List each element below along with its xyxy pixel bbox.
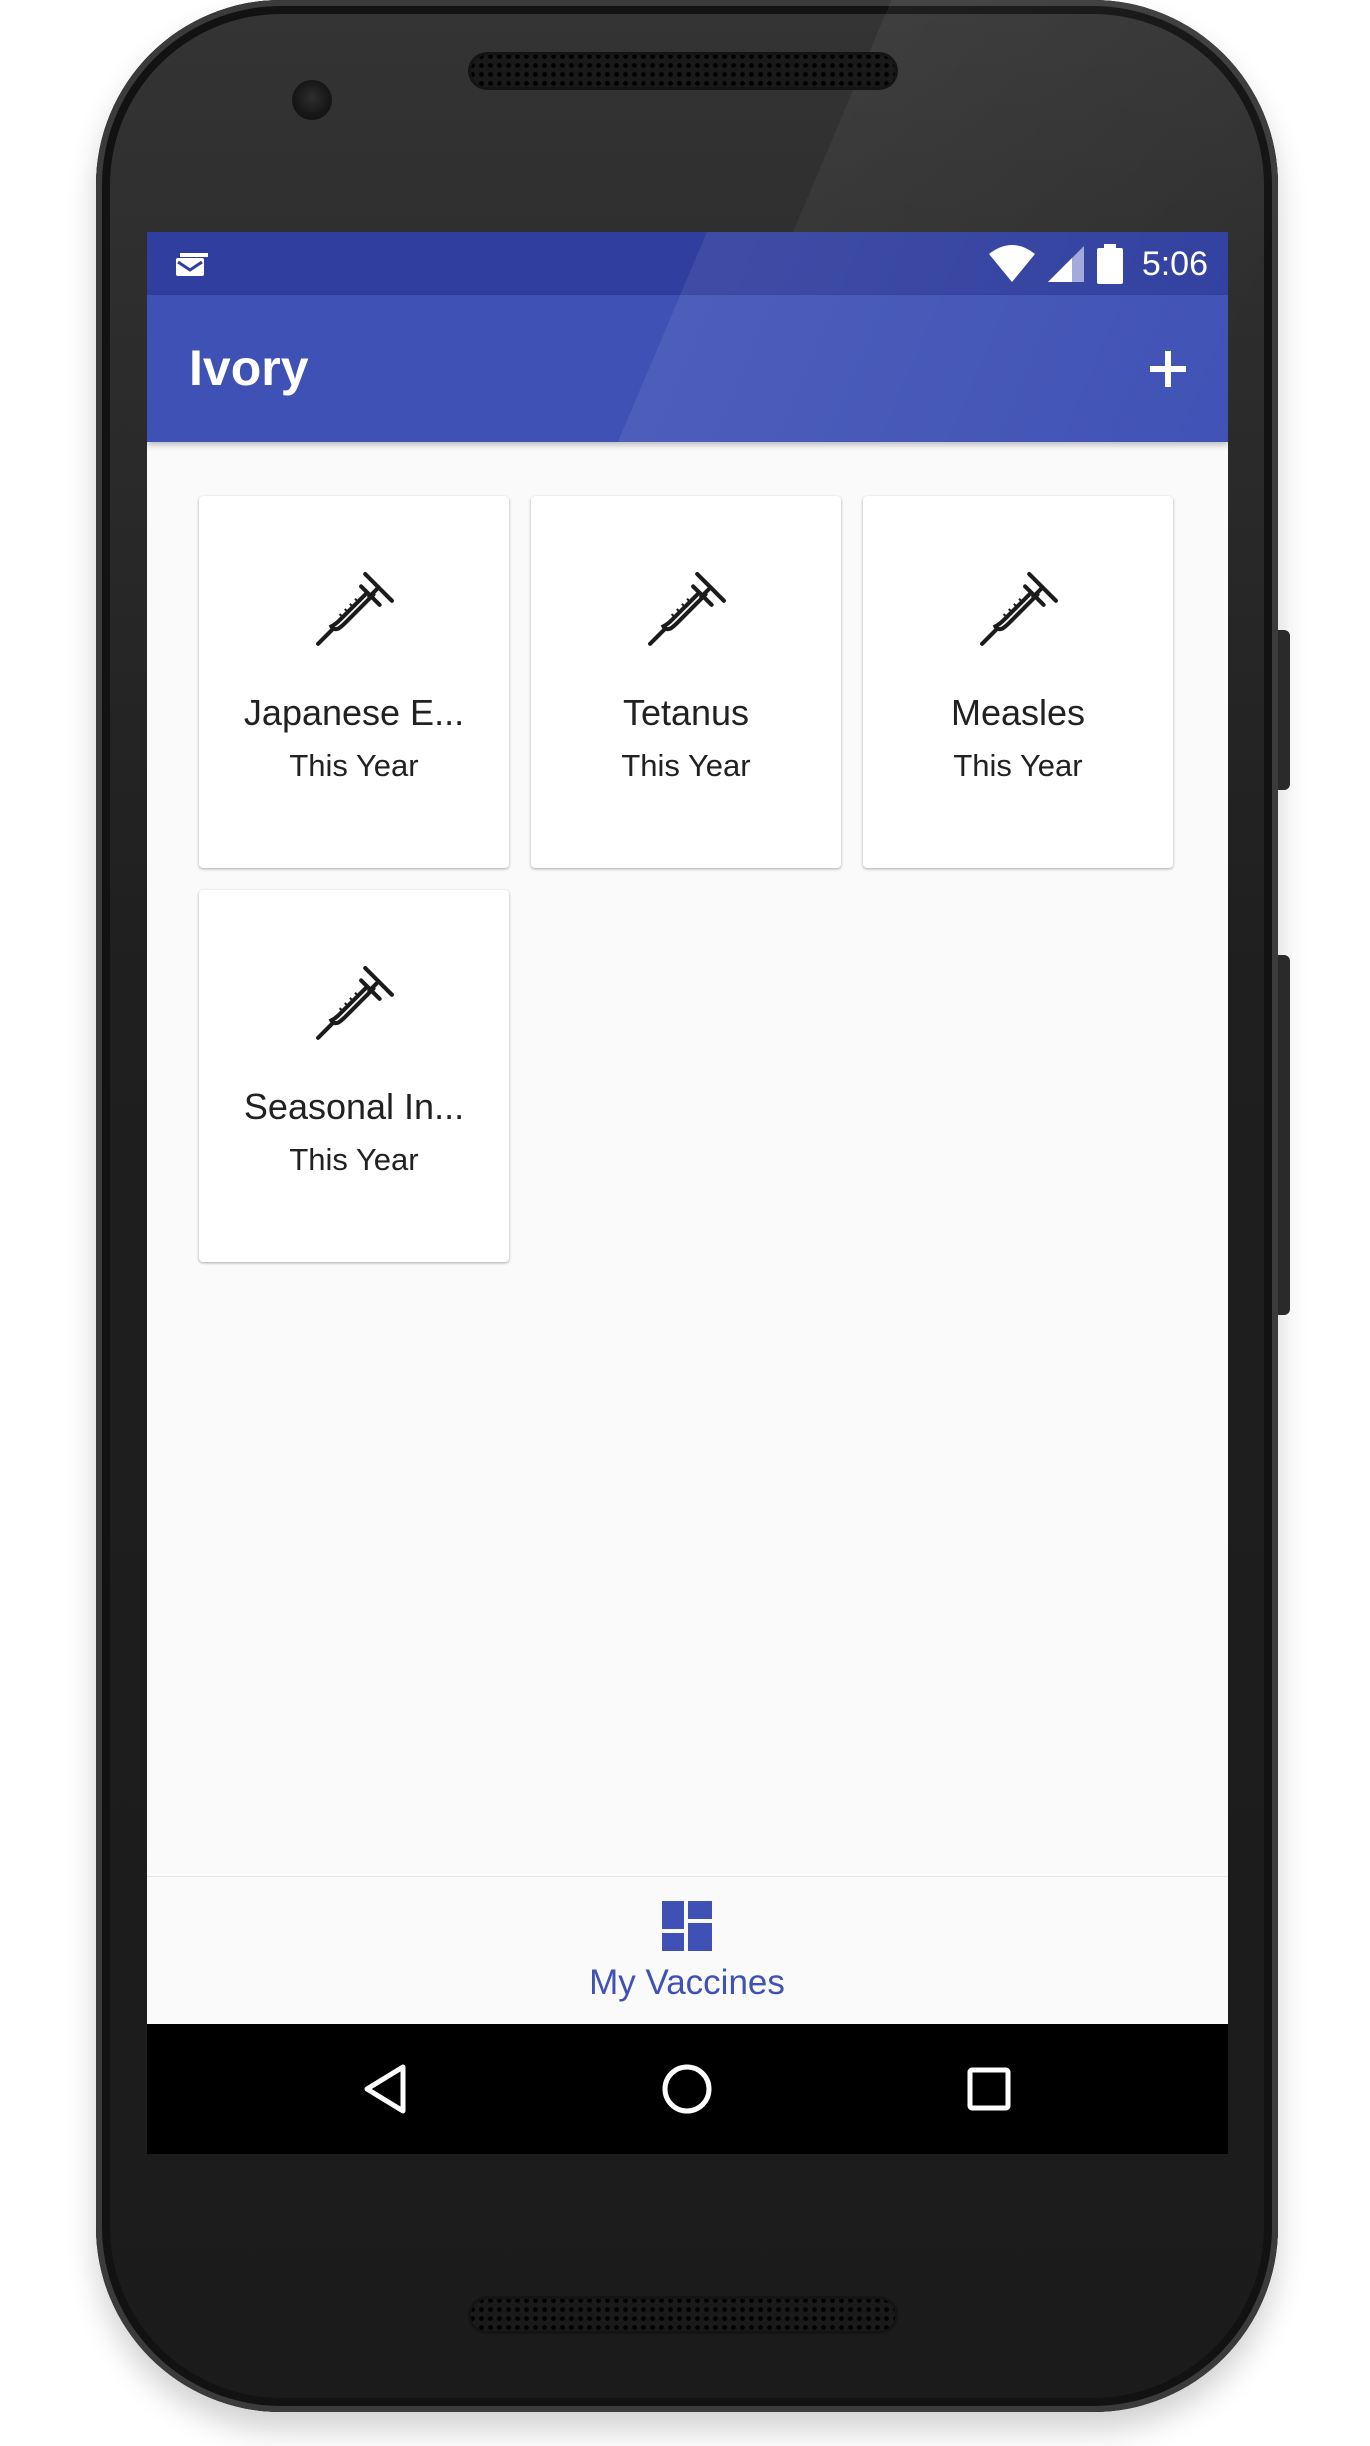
vaccine-due: This Year xyxy=(953,748,1083,783)
syringe-icon xyxy=(316,966,394,1040)
screen: 5:06 Ivory Japanese E... This Year Tetan… xyxy=(147,232,1228,2154)
top-speaker xyxy=(468,52,898,90)
add-vaccine-button[interactable] xyxy=(1128,329,1208,409)
status-bar: 5:06 xyxy=(147,232,1228,295)
bottom-navigation: My Vaccines xyxy=(147,1876,1228,2025)
bottom-speaker xyxy=(468,2296,898,2334)
system-navigation-bar xyxy=(147,2024,1228,2154)
recents-button[interactable] xyxy=(951,2051,1027,2127)
app-bar: Ivory xyxy=(147,295,1228,442)
vaccine-card[interactable]: Japanese E... This Year xyxy=(199,496,509,868)
vaccine-name: Seasonal In... xyxy=(243,1086,465,1127)
dashboard-icon xyxy=(662,1901,712,1951)
vaccine-due: This Year xyxy=(289,748,419,783)
vaccine-name: Tetanus xyxy=(622,692,750,733)
vaccine-card[interactable]: Tetanus This Year xyxy=(531,496,841,868)
back-button[interactable] xyxy=(347,2051,423,2127)
power-button xyxy=(1278,630,1290,790)
vaccine-grid: Japanese E... This Year Tetanus This Yea… xyxy=(199,496,1179,1262)
vaccine-name: Measles xyxy=(950,692,1086,733)
vaccine-card[interactable]: Seasonal In... This Year xyxy=(199,890,509,1262)
syringe-icon xyxy=(980,572,1058,646)
syringe-icon xyxy=(316,572,394,646)
status-time: 5:06 xyxy=(1141,244,1208,283)
vaccine-due: This Year xyxy=(289,1142,419,1177)
app-title: Ivory xyxy=(189,340,309,396)
back-icon xyxy=(364,2064,406,2114)
vaccine-name: Japanese E... xyxy=(243,692,465,733)
recents-icon xyxy=(967,2067,1011,2111)
battery-icon xyxy=(1096,244,1123,284)
vaccine-card[interactable]: Measles This Year xyxy=(863,496,1173,868)
volume-button xyxy=(1278,955,1290,1315)
home-button[interactable] xyxy=(649,2051,725,2127)
nav-label: My Vaccines xyxy=(589,1963,785,2002)
front-camera xyxy=(292,80,332,120)
nav-my-vaccines[interactable]: My Vaccines xyxy=(537,1877,837,2025)
cell-signal-icon xyxy=(1047,246,1084,282)
plus-icon xyxy=(1150,351,1186,387)
home-icon xyxy=(662,2064,712,2114)
syringe-icon xyxy=(648,572,726,646)
notification-icon xyxy=(176,253,208,276)
vaccine-due: This Year xyxy=(621,748,751,783)
wifi-icon xyxy=(988,245,1035,282)
